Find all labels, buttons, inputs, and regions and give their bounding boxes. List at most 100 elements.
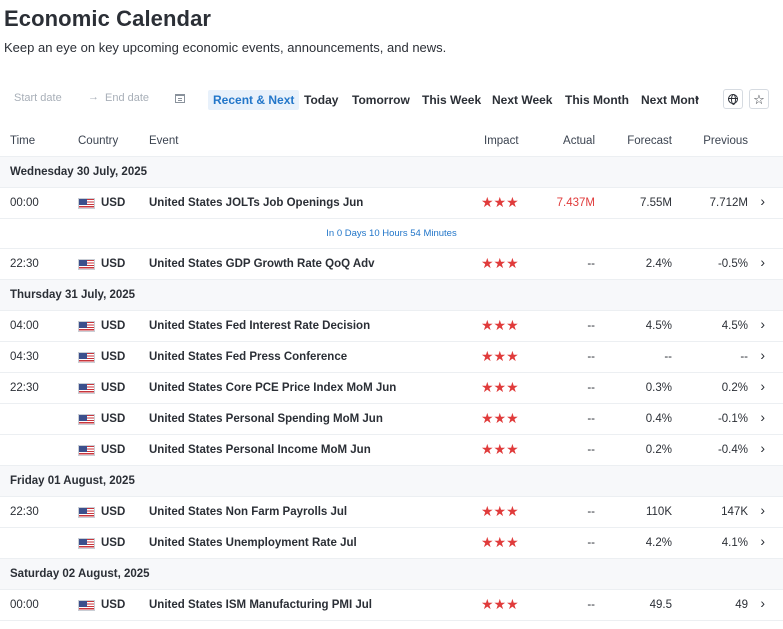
event-currency: USD xyxy=(101,320,126,332)
event-name[interactable]: United States ISM Manufacturing PMI Jul xyxy=(149,599,372,611)
event-actual: 7.437M xyxy=(556,197,595,209)
column-impact: Impact xyxy=(484,135,519,147)
event-currency: USD xyxy=(101,197,126,209)
group-date: Friday 01 August, 2025 xyxy=(10,475,135,487)
event-name[interactable]: United States JOLTs Job Openings Jun xyxy=(149,197,363,209)
us-flag-icon xyxy=(78,352,95,363)
event-forecast: 4.2% xyxy=(645,537,672,549)
event-forecast: 0.2% xyxy=(645,444,672,456)
event-name[interactable]: United States Unemployment Rate Jul xyxy=(149,537,357,549)
event-currency: USD xyxy=(101,506,126,518)
event-forecast: 0.3% xyxy=(645,382,672,394)
us-flag-icon xyxy=(78,538,95,549)
event-name[interactable]: United States Personal Spending MoM Jun xyxy=(149,413,383,425)
date-group-header: Friday 01 August, 2025 xyxy=(0,466,783,497)
table-row[interactable]: 00:00 USD United States JOLTs Job Openin… xyxy=(0,188,783,219)
us-flag-icon xyxy=(78,507,95,518)
event-name[interactable]: United States Non Farm Payrolls Jul xyxy=(149,506,347,518)
event-time: 22:30 xyxy=(10,506,39,518)
event-previous: -0.1% xyxy=(717,413,748,425)
column-forecast: Forecast xyxy=(627,135,672,147)
us-flag-icon xyxy=(78,259,95,270)
table-row[interactable]: USD United States Personal Income MoM Ju… xyxy=(0,435,783,466)
event-forecast: 110K xyxy=(645,506,672,518)
event-actual: -- xyxy=(587,506,595,518)
event-previous: -0.4% xyxy=(717,444,748,456)
impact-stars-icon: ★★★ xyxy=(481,534,519,550)
us-flag-icon xyxy=(78,414,95,425)
event-time: 22:30 xyxy=(10,382,39,394)
start-date-input[interactable]: Start date xyxy=(14,92,62,104)
tab-today[interactable]: Today xyxy=(299,90,343,110)
filter-bar: Start date → End date Recent & Next Toda… xyxy=(0,88,783,112)
event-forecast: 7.55M xyxy=(640,197,672,209)
event-time: 00:00 xyxy=(10,599,39,611)
chevron-right-icon[interactable]: › xyxy=(760,193,765,209)
event-forecast: 2.4% xyxy=(645,258,672,270)
tabs-scroll-right-icon[interactable]: › xyxy=(695,90,699,105)
event-previous: 147K xyxy=(721,506,748,518)
event-currency: USD xyxy=(101,382,126,394)
event-actual: -- xyxy=(587,382,595,394)
event-currency: USD xyxy=(101,444,126,456)
group-date: Thursday 31 July, 2025 xyxy=(10,289,136,301)
us-flag-icon xyxy=(78,383,95,394)
end-date-input[interactable]: End date xyxy=(105,92,149,104)
table-row[interactable]: 04:00 USD United States Fed Interest Rat… xyxy=(0,311,783,342)
timezone-button[interactable] xyxy=(723,89,743,109)
event-name[interactable]: United States GDP Growth Rate QoQ Adv xyxy=(149,258,375,270)
group-date: Saturday 02 August, 2025 xyxy=(10,568,150,580)
table-row[interactable]: 22:30 USD United States Non Farm Payroll… xyxy=(0,497,783,528)
tab-next-month[interactable]: Next Month xyxy=(636,90,698,110)
us-flag-icon xyxy=(78,600,95,611)
event-previous: 49 xyxy=(735,599,748,611)
chevron-right-icon[interactable]: › xyxy=(760,595,765,611)
event-currency: USD xyxy=(101,258,126,270)
chevron-right-icon[interactable]: › xyxy=(760,440,765,456)
event-name[interactable]: United States Fed Interest Rate Decision xyxy=(149,320,370,332)
event-time: 04:00 xyxy=(10,320,39,332)
chevron-right-icon[interactable]: › xyxy=(760,502,765,518)
chevron-right-icon[interactable]: › xyxy=(760,316,765,332)
event-previous: 4.1% xyxy=(721,537,748,549)
table-row[interactable]: 22:30 USD United States GDP Growth Rate … xyxy=(0,249,783,280)
event-currency: USD xyxy=(101,599,126,611)
tab-this-month[interactable]: This Month xyxy=(560,90,634,110)
chevron-right-icon[interactable]: › xyxy=(760,347,765,363)
tab-next-week[interactable]: Next Week xyxy=(487,90,557,110)
event-name[interactable]: United States Core PCE Price Index MoM J… xyxy=(149,382,396,394)
chevron-right-icon[interactable]: › xyxy=(760,254,765,270)
tab-tomorrow[interactable]: Tomorrow xyxy=(347,90,415,110)
chevron-right-icon[interactable]: › xyxy=(760,409,765,425)
impact-stars-icon: ★★★ xyxy=(481,317,519,333)
event-time: 00:00 xyxy=(10,197,39,209)
tab-this-week[interactable]: This Week xyxy=(417,90,486,110)
impact-stars-icon: ★★★ xyxy=(481,255,519,271)
table-row[interactable]: USD United States Unemployment Rate Jul … xyxy=(0,528,783,559)
table-row[interactable]: USD United States Personal Spending MoM … xyxy=(0,404,783,435)
chevron-right-icon[interactable]: › xyxy=(760,533,765,549)
event-forecast: 49.5 xyxy=(649,599,672,611)
column-previous: Previous xyxy=(703,135,748,147)
event-currency: USD xyxy=(101,413,126,425)
event-actual: -- xyxy=(587,413,595,425)
column-event: Event xyxy=(149,135,179,147)
event-currency: USD xyxy=(101,351,126,363)
tab-recent-next[interactable]: Recent & Next xyxy=(208,90,300,110)
us-flag-icon xyxy=(78,198,95,209)
table-row[interactable]: 22:30 USD United States Core PCE Price I… xyxy=(0,373,783,404)
event-name[interactable]: United States Personal Income MoM Jun xyxy=(149,444,371,456)
event-name[interactable]: United States Fed Press Conference xyxy=(149,351,347,363)
table-row[interactable]: 04:30 USD United States Fed Press Confer… xyxy=(0,342,783,373)
event-previous: 7.712M xyxy=(709,197,748,209)
star-outline-icon: ☆ xyxy=(753,91,765,107)
favorites-button[interactable]: ☆ xyxy=(749,89,769,109)
us-flag-icon xyxy=(78,321,95,332)
event-actual: -- xyxy=(587,320,595,332)
chevron-right-icon[interactable]: › xyxy=(760,378,765,394)
calendar-icon[interactable] xyxy=(175,94,185,103)
impact-stars-icon: ★★★ xyxy=(481,379,519,395)
impact-stars-icon: ★★★ xyxy=(481,410,519,426)
table-row[interactable]: 00:00 USD United States ISM Manufacturin… xyxy=(0,590,783,621)
globe-icon xyxy=(728,94,738,105)
